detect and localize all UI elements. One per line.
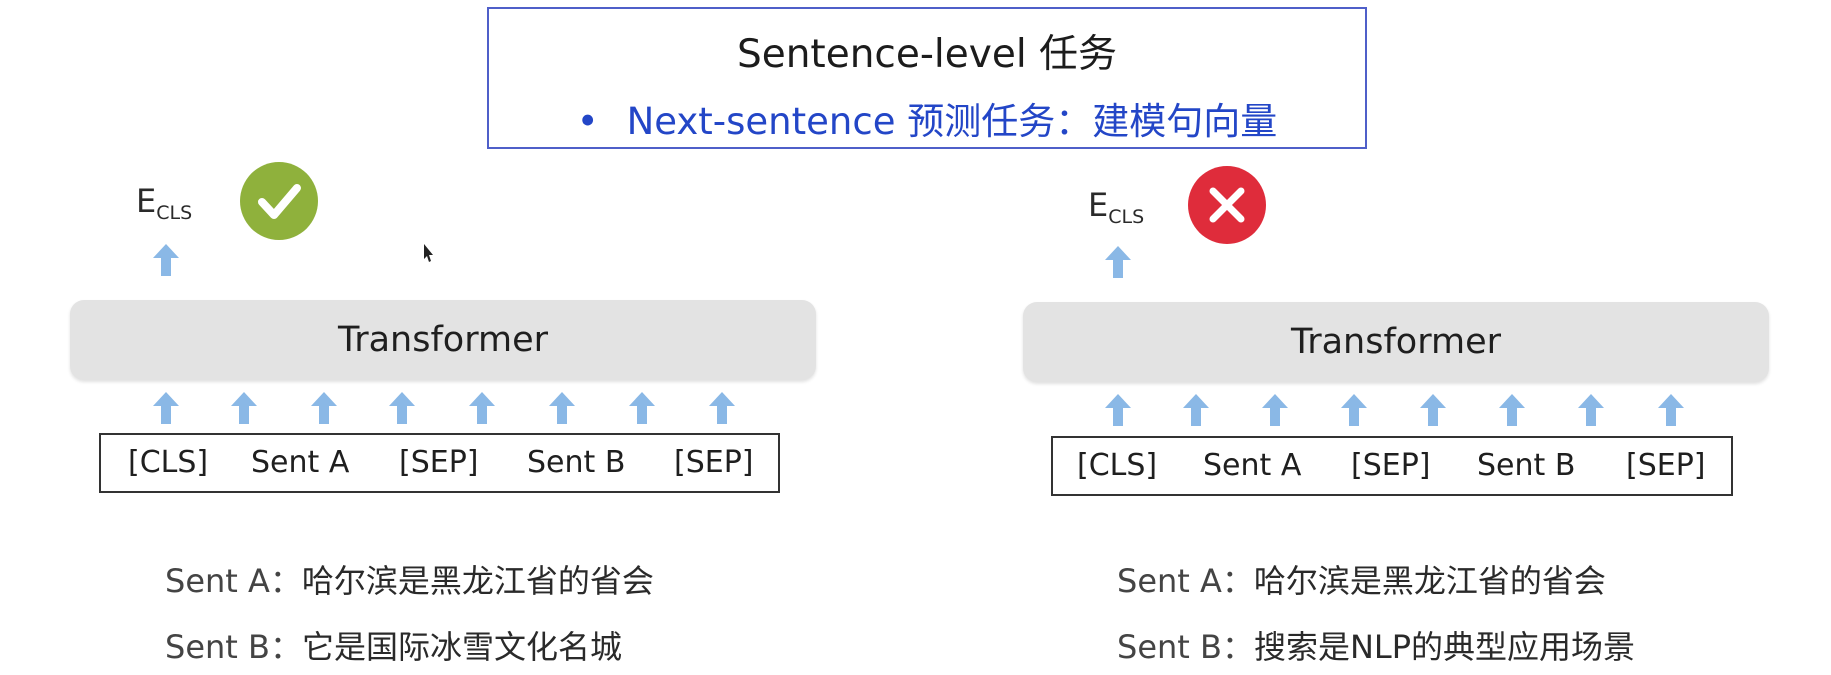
- mouse-cursor-icon: [424, 244, 433, 262]
- token-sent-a: Sent A: [251, 445, 350, 480]
- token-sep: [SEP]: [399, 445, 479, 480]
- up-arrow-icon: [153, 244, 179, 276]
- up-arrow-icon: [469, 392, 495, 424]
- up-arrow-icon: [1658, 394, 1684, 426]
- check-icon: [240, 162, 318, 240]
- cross-icon: [1188, 166, 1266, 244]
- up-arrow-icon: [1499, 394, 1525, 426]
- token-cls: [CLS]: [1077, 448, 1158, 483]
- ecls-main: E: [1088, 186, 1109, 224]
- panel-left: ECLS Transformer [CLS] Sent A [SEP] Sent…: [0, 0, 900, 675]
- input-token-row-left: [CLS] Sent A [SEP] Sent B [SEP]: [99, 433, 780, 493]
- transformer-block-right: Transformer: [1023, 302, 1769, 382]
- transformer-block-left: Transformer: [70, 300, 816, 380]
- up-arrow-icon: [1105, 394, 1131, 426]
- sent-a-label: Sent A：: [165, 562, 302, 600]
- token-sep: [SEP]: [1351, 448, 1431, 483]
- ecls-label-right: ECLS: [1088, 186, 1144, 228]
- input-token-row-right: [CLS] Sent A [SEP] Sent B [SEP]: [1051, 436, 1733, 496]
- ecls-sub: CLS: [156, 202, 193, 224]
- up-arrow-icon: [231, 392, 257, 424]
- token-cls: [CLS]: [128, 445, 209, 480]
- sent-b-text: 它是国际冰雪文化名城: [301, 628, 622, 666]
- example-sent-b-right: Sent B：搜索是NLP的典型应用场景: [1117, 622, 1635, 668]
- ecls-sub: CLS: [1108, 206, 1145, 228]
- sent-b-label: Sent B：: [165, 628, 302, 666]
- sent-a-text: 哈尔滨是黑龙江省的省会: [301, 562, 654, 600]
- up-arrow-icon: [1578, 394, 1604, 426]
- token-sep: [SEP]: [1626, 448, 1706, 483]
- up-arrow-icon: [1183, 394, 1209, 426]
- sent-b-text: 搜索是NLP的典型应用场景: [1253, 628, 1636, 666]
- up-arrow-icon: [1341, 394, 1367, 426]
- token-sent-a: Sent A: [1203, 448, 1302, 483]
- panel-right: ECLS Transformer [CLS] Sent A [SEP] Sent…: [953, 0, 1831, 675]
- token-sent-b: Sent B: [1477, 448, 1576, 483]
- up-arrow-icon: [389, 392, 415, 424]
- sent-a-label: Sent A：: [1117, 562, 1254, 600]
- up-arrow-icon: [311, 392, 337, 424]
- token-sent-b: Sent B: [527, 445, 626, 480]
- ecls-label-left: ECLS: [136, 182, 192, 224]
- up-arrow-icon: [549, 392, 575, 424]
- up-arrow-icon: [1105, 246, 1131, 278]
- sent-a-text: 哈尔滨是黑龙江省的省会: [1253, 562, 1606, 600]
- up-arrow-icon: [709, 392, 735, 424]
- ecls-main: E: [136, 182, 157, 220]
- transformer-label: Transformer: [337, 320, 549, 360]
- example-sent-a-left: Sent A：哈尔滨是黑龙江省的省会: [165, 556, 654, 602]
- token-sep: [SEP]: [674, 445, 754, 480]
- example-sent-b-left: Sent B：它是国际冰雪文化名城: [165, 622, 622, 668]
- sent-b-label: Sent B：: [1117, 628, 1254, 666]
- up-arrow-icon: [1420, 394, 1446, 426]
- up-arrow-icon: [629, 392, 655, 424]
- transformer-label: Transformer: [1290, 322, 1502, 362]
- up-arrow-icon: [1262, 394, 1288, 426]
- up-arrow-icon: [153, 392, 179, 424]
- example-sent-a-right: Sent A：哈尔滨是黑龙江省的省会: [1117, 556, 1606, 602]
